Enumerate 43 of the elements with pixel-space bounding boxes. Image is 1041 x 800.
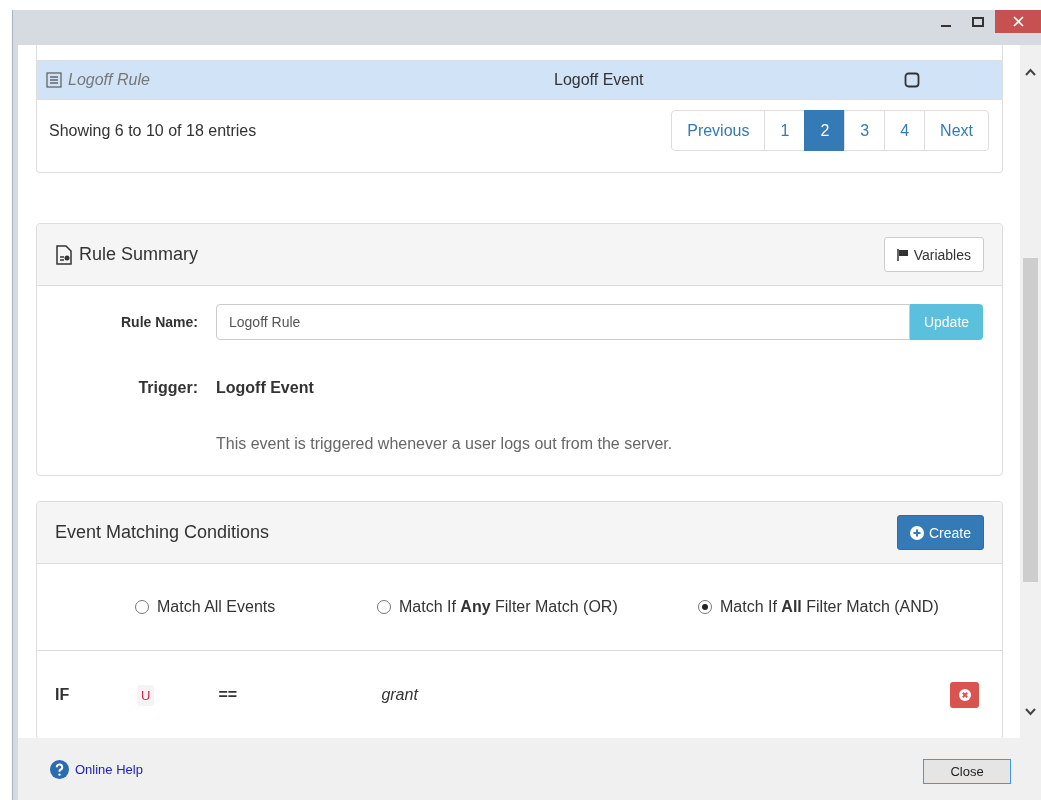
- scrollbar-thumb[interactable]: [1023, 258, 1038, 582]
- minimize-icon: [941, 24, 951, 27]
- radio-option[interactable]: Match All Events: [135, 598, 377, 616]
- list-icon: [46, 72, 62, 88]
- table-row[interactable]: Logoff Rule Logoff Event: [37, 60, 1002, 100]
- maximize-icon: [972, 16, 984, 27]
- page-button[interactable]: 3: [844, 110, 886, 151]
- page-button[interactable]: Previous: [671, 110, 766, 151]
- rule-name-input[interactable]: Logoff Rule: [216, 304, 910, 340]
- value-text: grant: [381, 686, 420, 704]
- page-button[interactable]: 2: [804, 110, 846, 151]
- event-cell-text: Logoff Event: [554, 71, 645, 89]
- page-button[interactable]: Next: [924, 110, 989, 151]
- page-button[interactable]: 1: [764, 110, 806, 151]
- rule-name-cell-text: Logoff Rule: [68, 71, 151, 89]
- radio-option[interactable]: Match If All Filter Match (AND): [698, 598, 1002, 616]
- field-label: Trigger:: [137, 379, 198, 397]
- panel-title: Event Matching Conditions: [55, 522, 270, 543]
- trigger-value: Logoff Event: [216, 379, 315, 397]
- create-button[interactable]: Create: [896, 515, 984, 550]
- field-code: U: [137, 684, 155, 706]
- remove-circle-icon: [957, 688, 972, 702]
- delete-button[interactable]: [950, 682, 979, 708]
- operator-text: ==: [218, 686, 239, 704]
- radio-label: Match All Events: [157, 598, 276, 616]
- plus-circle-icon: [909, 525, 924, 540]
- checkbox[interactable]: [904, 72, 920, 88]
- close-dialog-button[interactable]: Close: [923, 758, 1011, 784]
- help-icon: [50, 759, 69, 779]
- panel-title: Rule Summary: [79, 244, 199, 265]
- entries-info: Showing 6 to 10 of 18 entries: [49, 121, 257, 140]
- radio-label: Match If Any Filter Match (OR): [399, 598, 618, 616]
- document-icon: [55, 244, 73, 265]
- help-link[interactable]: Online Help: [75, 761, 143, 777]
- radio-label: Match If All Filter Match (AND): [720, 598, 939, 616]
- close-icon: [1012, 16, 1024, 27]
- flag-icon: [896, 248, 909, 261]
- trigger-description: This event is triggered whenever a user logs out from the server.: [216, 435, 674, 453]
- variables-button[interactable]: Variables: [883, 237, 984, 272]
- radio-option[interactable]: Match If Any Filter Match (OR): [377, 598, 698, 616]
- page-button[interactable]: 4: [884, 110, 926, 151]
- keyword-text: IF: [55, 686, 71, 704]
- field-label: Rule Name:: [119, 314, 198, 330]
